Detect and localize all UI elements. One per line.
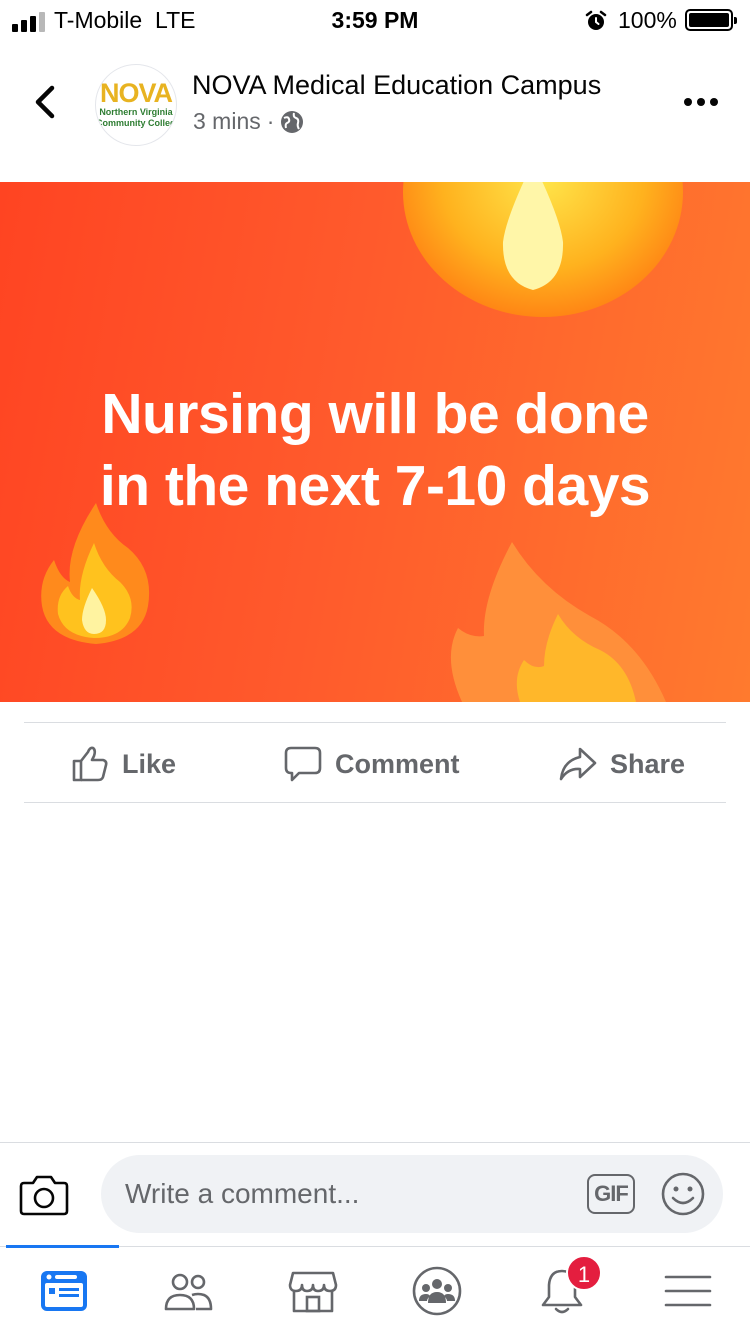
- marketplace-icon[interactable]: [287, 1265, 339, 1317]
- news-feed-icon[interactable]: [38, 1265, 90, 1317]
- active-tab-indicator: [6, 1245, 119, 1248]
- battery-percent: 100%: [618, 7, 677, 33]
- meta-separator: ·: [266, 108, 275, 134]
- avatar-logo-subtext: Community College: [96, 118, 177, 128]
- battery-icon: [685, 9, 737, 31]
- fire-emoji: [403, 182, 683, 317]
- notification-badge: 1: [566, 1255, 602, 1291]
- groups-icon[interactable]: [411, 1265, 463, 1317]
- divider: [24, 722, 726, 723]
- more-options-button[interactable]: [684, 98, 718, 106]
- comment-bar: GIF: [0, 1142, 750, 1246]
- menu-icon[interactable]: [662, 1265, 714, 1317]
- bottom-tab-bar: 1: [0, 1245, 750, 1334]
- post-time[interactable]: 3 mins: [193, 108, 261, 135]
- share-button[interactable]: Share: [558, 742, 685, 786]
- post-text-line: in the next 7-10 days: [99, 454, 651, 518]
- post-content: Nursing will be done in the next 7-10 da…: [0, 182, 750, 702]
- comment-button[interactable]: Comment: [283, 742, 460, 786]
- status-bar: T-Mobile LTE 3:59 PM 100%: [0, 0, 750, 40]
- like-icon: [72, 746, 108, 782]
- back-button[interactable]: [28, 82, 64, 122]
- page-avatar[interactable]: NOVA Northern Virginia Community College: [95, 64, 177, 146]
- gif-button[interactable]: GIF: [587, 1174, 635, 1214]
- like-button[interactable]: Like: [70, 742, 176, 786]
- share-icon: [559, 747, 597, 781]
- avatar-logo-text: NOVA: [99, 78, 173, 108]
- fire-emoji: [450, 542, 666, 702]
- page-name[interactable]: NOVA Medical Education Campus: [192, 70, 601, 101]
- post-header: NOVA Northern Virginia Community College…: [0, 56, 750, 156]
- camera-icon[interactable]: [18, 1169, 70, 1221]
- friends-icon[interactable]: [162, 1265, 214, 1317]
- emoji-icon[interactable]: [660, 1171, 706, 1217]
- avatar-logo-subtext: Northern Virginia: [99, 107, 173, 117]
- alarm-icon: [585, 10, 607, 30]
- post-text: Nursing will be done in the next 7-10 da…: [0, 378, 750, 522]
- comment-label: Comment: [335, 748, 460, 779]
- comment-icon: [284, 746, 322, 782]
- divider: [24, 802, 726, 803]
- like-label: Like: [122, 748, 177, 779]
- post-meta: 3 mins ·: [193, 108, 304, 135]
- share-label: Share: [610, 748, 686, 779]
- post-text-line: Nursing will be done: [101, 382, 649, 446]
- globe-icon: [281, 110, 304, 133]
